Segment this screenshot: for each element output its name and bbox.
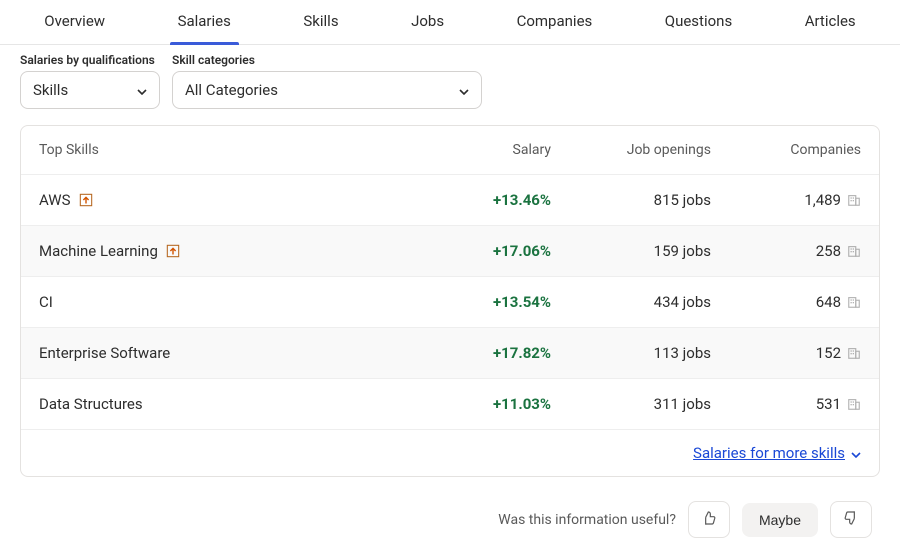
job-count: 815 jobs [551,191,711,209]
qualifications-select[interactable]: Skills [20,71,160,109]
tab-companies[interactable]: Companies [509,0,601,44]
growth-up-icon [166,244,180,258]
categories-value: All Categories [185,81,278,99]
company-count-value: 531 [816,395,841,413]
growth-up-icon [79,193,93,207]
maybe-label: Maybe [759,512,801,528]
company-count-value: 1,489 [804,191,841,209]
feedback-bar: Was this information useful? Maybe [0,497,900,558]
table-row[interactable]: CI +13.54%434 jobs 648 [21,276,879,327]
qualifications-value: Skills [33,81,68,99]
tab-salaries[interactable]: Salaries [170,0,239,44]
tab-skills[interactable]: Skills [295,0,346,44]
skill-cell: Enterprise Software [39,344,441,362]
skill-name: Enterprise Software [39,344,170,362]
skill-name: CI [39,293,53,311]
col-header-skill: Top Skills [39,142,441,158]
page-tabs: Overview Salaries Skills Jobs Companies Quest… [0,0,900,45]
skill-name: Data Structures [39,395,143,413]
chevron-down-icon [459,81,469,99]
more-skills-link[interactable]: Salaries for more skills [693,444,861,462]
company-count-value: 258 [816,242,841,260]
table-row[interactable]: Machine Learning +17.06%159 jobs 258 [21,225,879,276]
table-header-row: Top Skills Salary Job openings Companies [21,126,879,174]
col-header-salary: Salary [441,142,551,158]
company-count: 531 [711,395,861,413]
thumbs-down-button[interactable] [830,501,872,538]
salary-delta: +13.46% [441,191,551,209]
skill-cell: CI [39,293,441,311]
chevron-down-icon [137,81,147,99]
thumbs-up-button[interactable] [688,501,730,538]
chevron-down-icon [851,444,861,462]
skill-name: AWS [39,191,71,209]
tab-overview[interactable]: Overview [36,0,113,44]
building-icon [847,244,861,258]
table-row[interactable]: AWS +13.46%815 jobs 1,489 [21,174,879,225]
job-count: 159 jobs [551,242,711,260]
job-count: 113 jobs [551,344,711,362]
company-count: 648 [711,293,861,311]
more-skills-label: Salaries for more skills [693,444,845,462]
salary-delta: +13.54% [441,293,551,311]
filters-row: Salaries by qualifications Skills Skill … [0,45,900,125]
skill-cell: AWS [39,191,441,209]
qualifications-label: Salaries by qualifications [20,53,160,67]
salary-delta: +17.82% [441,344,551,362]
skill-cell: Machine Learning [39,242,441,260]
job-count: 311 jobs [551,395,711,413]
qualifications-filter-group: Salaries by qualifications Skills [20,53,160,109]
building-icon [847,295,861,309]
building-icon [847,346,861,360]
table-footer: Salaries for more skills [21,429,879,476]
tab-questions[interactable]: Questions [657,0,740,44]
skills-table-card: Top Skills Salary Job openings Companies… [20,125,880,477]
thumbs-up-icon [701,510,717,529]
company-count: 152 [711,344,861,362]
categories-filter-group: Skill categories All Categories [172,53,482,109]
col-header-jobs: Job openings [551,142,711,158]
company-count-value: 648 [816,293,841,311]
company-count: 258 [711,242,861,260]
tab-articles[interactable]: Articles [797,0,864,44]
thumbs-down-icon [843,510,859,529]
company-count: 1,489 [711,191,861,209]
building-icon [847,397,861,411]
salary-delta: +17.06% [441,242,551,260]
feedback-prompt: Was this information useful? [498,512,676,528]
categories-select[interactable]: All Categories [172,71,482,109]
tab-jobs[interactable]: Jobs [403,0,452,44]
skill-cell: Data Structures [39,395,441,413]
job-count: 434 jobs [551,293,711,311]
company-count-value: 152 [816,344,841,362]
maybe-button[interactable]: Maybe [742,503,818,537]
col-header-companies: Companies [711,142,861,158]
table-row[interactable]: Enterprise Software +17.82%113 jobs 152 [21,327,879,378]
skill-name: Machine Learning [39,242,158,260]
building-icon [847,193,861,207]
table-row[interactable]: Data Structures +11.03%311 jobs 531 [21,378,879,429]
salary-delta: +11.03% [441,395,551,413]
categories-label: Skill categories [172,53,482,67]
